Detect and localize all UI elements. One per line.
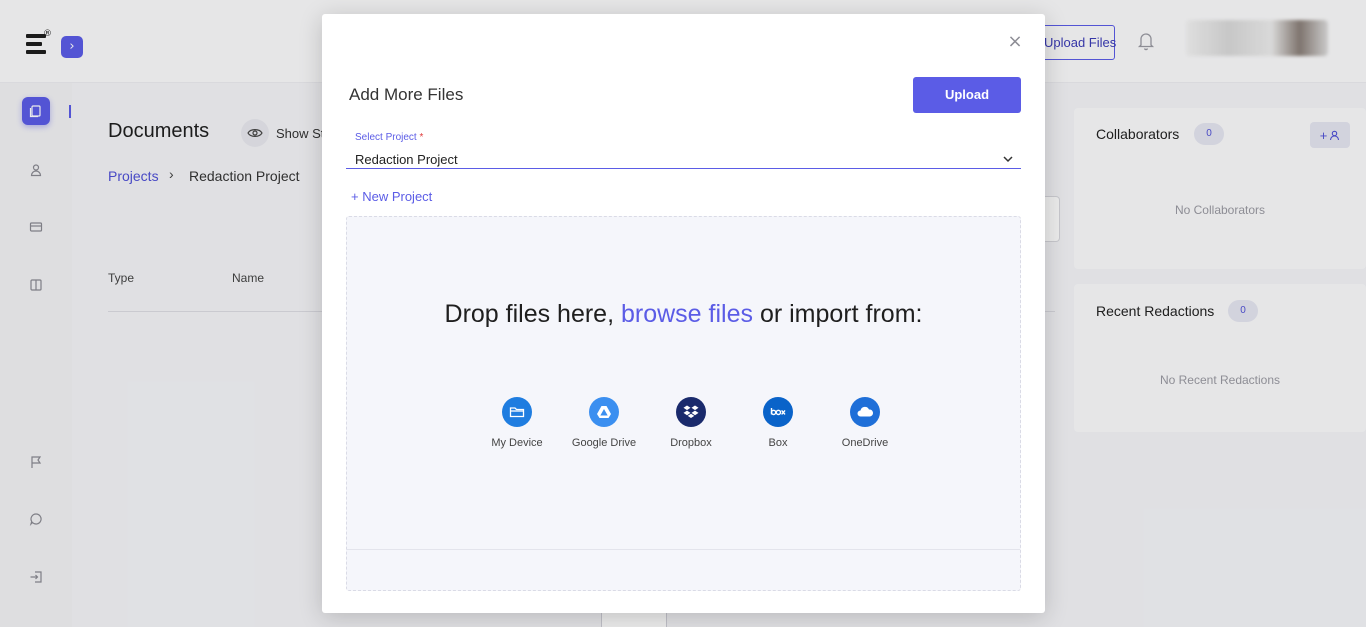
modal-title: Add More Files (349, 85, 464, 104)
source-google-drive[interactable]: Google Drive (564, 397, 644, 449)
source-label: My Device (491, 437, 543, 449)
browse-files-link[interactable]: browse files (621, 300, 753, 328)
dropbox-icon (676, 397, 706, 427)
select-project-label: Select Project * (355, 132, 423, 143)
dropzone-text-before: Drop files here, (444, 300, 615, 328)
chevron-down-icon[interactable] (1002, 153, 1014, 165)
folder-icon (502, 397, 532, 427)
source-label: Google Drive (571, 437, 637, 449)
upload-button[interactable]: Upload (913, 77, 1021, 113)
source-box[interactable]: Box (738, 397, 818, 449)
import-sources: My Device Google Drive Dropbox Box OneDr… (477, 397, 917, 457)
dropzone-text-after: or import from: (759, 300, 923, 328)
source-onedrive[interactable]: OneDrive (825, 397, 905, 449)
add-files-modal: × Add More Files Upload Select Project *… (322, 14, 1045, 613)
cloud-icon (850, 397, 880, 427)
box-icon (763, 397, 793, 427)
source-label: Dropbox (670, 437, 712, 449)
project-select[interactable]: Redaction Project (355, 152, 458, 167)
google-drive-icon (589, 397, 619, 427)
close-icon[interactable]: × (1007, 33, 1023, 51)
source-dropbox[interactable]: Dropbox (651, 397, 731, 449)
select-underline (346, 168, 1021, 169)
new-project-link[interactable]: + New Project (351, 189, 432, 204)
source-my-device[interactable]: My Device (477, 397, 557, 449)
dropzone-divider (347, 549, 1020, 550)
source-label: Box (768, 437, 788, 449)
source-label: OneDrive (841, 437, 889, 449)
file-dropzone[interactable]: Drop files here, browse files or import … (346, 216, 1021, 591)
select-project-label-text: Select Project (355, 132, 417, 143)
required-mark: * (419, 132, 424, 143)
dropzone-text: Drop files here, browse files or import … (347, 297, 1020, 331)
